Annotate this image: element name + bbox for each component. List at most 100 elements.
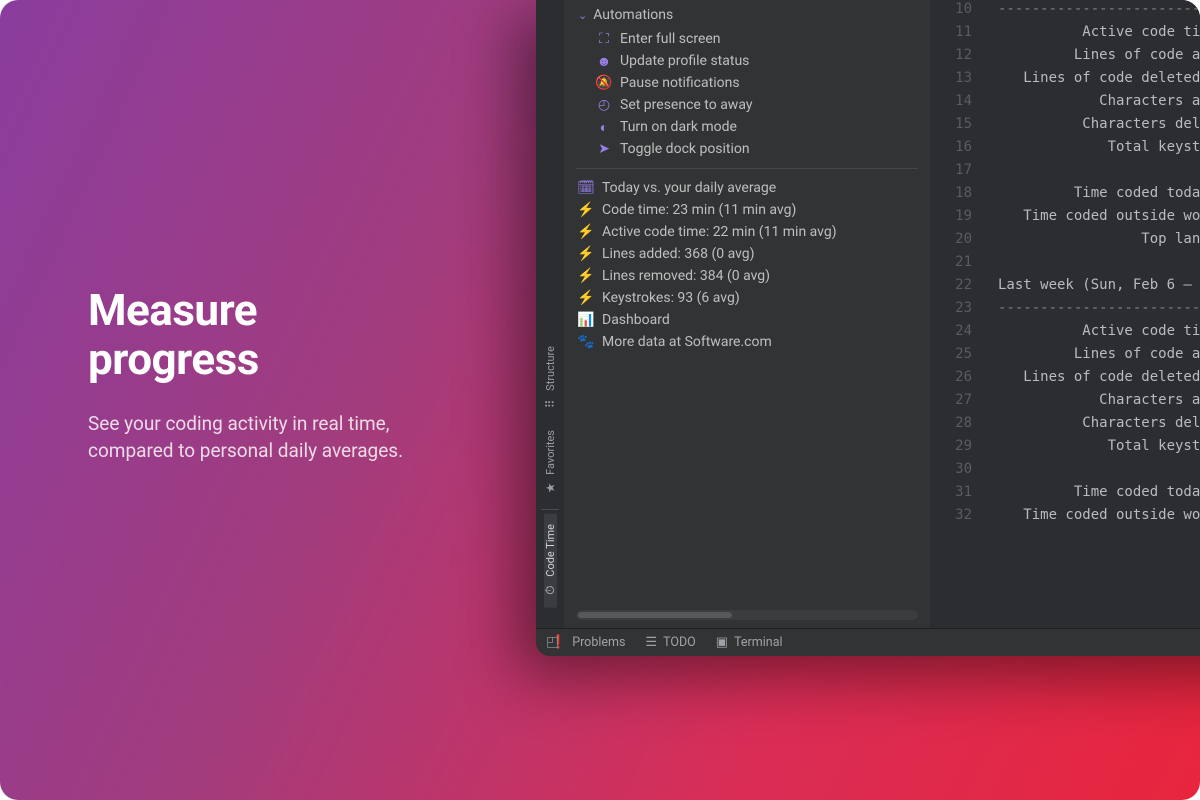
- automation-fullscreen[interactable]: ⛶ Enter full screen: [574, 28, 920, 50]
- line-number: 30: [930, 458, 986, 481]
- automation-pause-notifications[interactable]: 🔕 Pause notifications: [574, 72, 920, 94]
- line-number: 14: [930, 90, 986, 113]
- item-label: Set presence to away: [620, 97, 916, 113]
- profile-icon: ☻: [596, 53, 612, 69]
- hero-body: See your coding activity in real time, c…: [88, 411, 428, 465]
- line-number: 25: [930, 343, 986, 366]
- panel-divider: [576, 168, 918, 169]
- arrow-icon: ➤: [596, 141, 612, 157]
- line-number: 22: [930, 274, 986, 297]
- line-number: 21: [930, 251, 986, 274]
- terminal-icon: ▣: [716, 635, 728, 650]
- item-label: Enter full screen: [620, 31, 916, 47]
- code-line: Lines of code deleted: [998, 67, 1200, 90]
- code-line: Lines of code added: [998, 44, 1200, 67]
- line-number: 19: [930, 205, 986, 228]
- editor-content[interactable]: -------------------------------- Active …: [986, 0, 1200, 628]
- rail-favorites-tab[interactable]: ★ Favorites: [544, 420, 557, 505]
- line-number: 13: [930, 67, 986, 90]
- code-line: Lines of code deleted: [998, 366, 1200, 389]
- rail-codetime-tab[interactable]: ⏱ Code Time: [544, 514, 557, 608]
- code-line: Lines of code added: [998, 343, 1200, 366]
- bolt-icon: ⚡: [578, 290, 594, 306]
- rail-label: Code Time: [544, 524, 557, 577]
- status-todo[interactable]: ☰ TODO: [645, 635, 695, 650]
- line-number: 20: [930, 228, 986, 251]
- stat-lines-added: ⚡ Lines added: 368 (0 avg): [574, 243, 920, 265]
- code-line: Time coded outside work: [998, 205, 1200, 228]
- line-number: 10: [930, 0, 986, 21]
- line-number: 12: [930, 44, 986, 67]
- structure-icon: ⠿: [543, 399, 557, 408]
- stat-label: Code time: 23 min (11 min avg): [602, 202, 916, 218]
- star-icon: ★: [543, 483, 557, 494]
- item-label: Pause notifications: [620, 75, 916, 91]
- ide-window: ⠿ Structure ★ Favorites ⏱ Code Time ⌄: [536, 0, 1200, 656]
- code-line: Active code time: [998, 320, 1200, 343]
- line-number: 27: [930, 389, 986, 412]
- code-line: [998, 251, 1200, 274]
- clock-icon: ⏱: [543, 586, 558, 595]
- code-line: Time coded today: [998, 481, 1200, 504]
- code-line: Characters added: [998, 389, 1200, 412]
- status-label: Problems: [572, 635, 625, 650]
- code-line: Characters deleted: [998, 412, 1200, 435]
- automations-group-header[interactable]: ⌄ Automations: [574, 2, 920, 28]
- fullscreen-icon: ⛶: [596, 31, 612, 47]
- rail-structure-tab[interactable]: ⠿ Structure: [544, 336, 557, 421]
- line-number: 17: [930, 159, 986, 182]
- line-number: 18: [930, 182, 986, 205]
- paw-icon: 🐾: [578, 334, 594, 350]
- line-number: 24: [930, 320, 986, 343]
- stat-keystrokes: ⚡ Keystrokes: 93 (6 avg): [574, 287, 920, 309]
- code-line: Total keystrokes: [998, 435, 1200, 458]
- status-problems[interactable]: ❗ Problems: [550, 635, 625, 650]
- item-label: Today vs. your daily average: [602, 180, 916, 196]
- hero-headline: Measure progress: [88, 286, 428, 385]
- code-line: Time coded outside work: [998, 504, 1200, 527]
- rail-separator: [541, 509, 559, 510]
- clock-icon: ◴: [596, 97, 612, 113]
- half-moon-icon: ◐: [596, 119, 612, 135]
- bolt-icon: ⚡: [578, 202, 594, 218]
- bolt-icon: ⚡: [578, 268, 594, 284]
- bolt-icon: ⚡: [578, 224, 594, 240]
- code-line: --------------------------------: [998, 297, 1200, 320]
- item-label: More data at Software.com: [602, 334, 916, 350]
- editor-area[interactable]: 1011121314151617181920212223242526272829…: [930, 0, 1200, 628]
- code-line: [998, 159, 1200, 182]
- stat-active-code-time: ⚡ Active code time: 22 min (11 min avg): [574, 221, 920, 243]
- automation-presence-away[interactable]: ◴ Set presence to away: [574, 94, 920, 116]
- list-icon: ☰: [645, 635, 657, 650]
- line-number: 28: [930, 412, 986, 435]
- dashboard-link[interactable]: 📊 Dashboard: [574, 309, 920, 331]
- status-label: Terminal: [734, 635, 782, 650]
- stat-label: Keystrokes: 93 (6 avg): [602, 290, 916, 306]
- automation-toggle-dock[interactable]: ➤ Toggle dock position: [574, 138, 920, 160]
- code-line: Characters deleted: [998, 113, 1200, 136]
- stat-lines-removed: ⚡ Lines removed: 384 (0 avg): [574, 265, 920, 287]
- automation-profile-status[interactable]: ☻ Update profile status: [574, 50, 920, 72]
- line-number: 32: [930, 504, 986, 527]
- chevron-down-icon: ⌄: [578, 9, 587, 22]
- stat-label: Active code time: 22 min (11 min avg): [602, 224, 916, 240]
- status-terminal[interactable]: ▣ Terminal: [716, 635, 783, 650]
- line-number: 16: [930, 136, 986, 159]
- code-line: [998, 458, 1200, 481]
- status-label: TODO: [663, 635, 696, 650]
- code-line: Time coded today: [998, 182, 1200, 205]
- panel-horizontal-scrollbar[interactable]: [576, 610, 918, 620]
- item-label: Toggle dock position: [620, 141, 916, 157]
- line-number: 26: [930, 366, 986, 389]
- automation-dark-mode[interactable]: ◐ Turn on dark mode: [574, 116, 920, 138]
- code-line: Last week (Sun, Feb 6 – Sat,: [998, 274, 1200, 297]
- group-label: Automations: [593, 7, 673, 23]
- bolt-icon: ⚡: [578, 246, 594, 262]
- more-data-link[interactable]: 🐾 More data at Software.com: [574, 331, 920, 353]
- line-number: 23: [930, 297, 986, 320]
- status-bar: ❗ Problems ☰ TODO ▣ Terminal: [536, 628, 1200, 656]
- code-line: Active code time: [998, 21, 1200, 44]
- line-number-gutter: 1011121314151617181920212223242526272829…: [930, 0, 986, 628]
- tool-window-rail: ⠿ Structure ★ Favorites ⏱ Code Time: [536, 0, 564, 628]
- code-line: --------------------------------: [998, 0, 1200, 21]
